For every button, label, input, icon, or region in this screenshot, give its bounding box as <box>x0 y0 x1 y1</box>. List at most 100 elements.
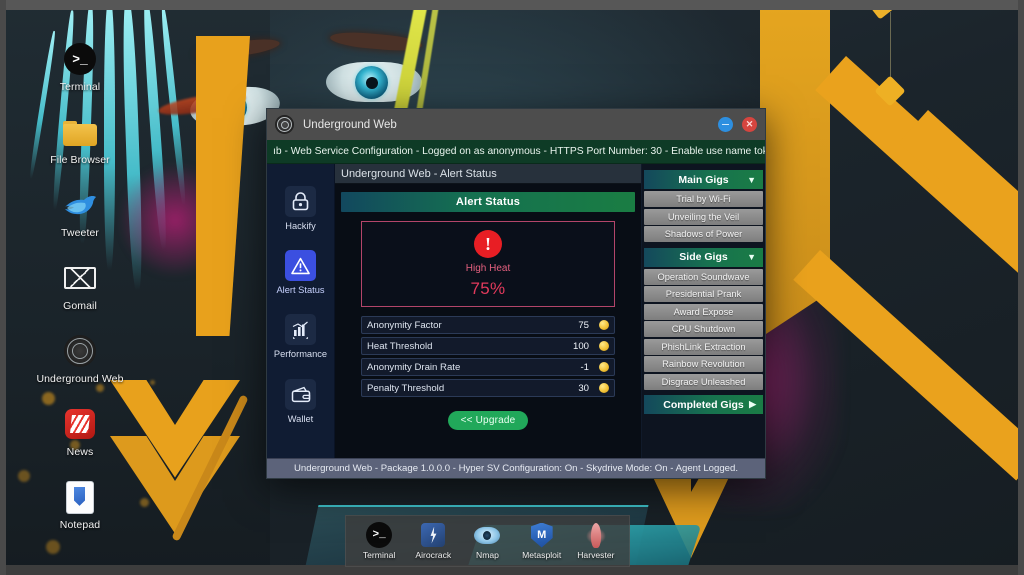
table-row[interactable]: Penalty Threshold 30 <box>361 379 615 397</box>
window-titlebar[interactable]: Underground Web ✕ <box>267 109 765 140</box>
list-item[interactable]: Shadows of Power <box>644 226 763 242</box>
screen-bezel-right <box>1018 0 1024 575</box>
completed-gigs-header-label: Completed Gigs <box>663 398 744 411</box>
info-bar: ıb - Web Service Configuration - Logged … <box>267 140 765 164</box>
status-bar: Underground Web - Package 1.0.0.0 - Hype… <box>267 458 765 478</box>
list-item[interactable]: Rainbow Revolution <box>644 356 763 372</box>
dock-item-terminal[interactable]: >_ Terminal <box>353 522 405 560</box>
desktop-icon-label: Gomail <box>63 300 97 313</box>
spiderweb-icon <box>275 115 294 134</box>
desktop-icon-label: File Browser <box>50 154 110 167</box>
notepad-icon <box>63 480 97 514</box>
side-gigs-header[interactable]: Side Gigs ▼ <box>644 247 763 267</box>
coin-icon <box>599 320 609 330</box>
sidebar-item-label: Wallet <box>287 413 314 424</box>
list-item[interactable]: PhishLink Extraction <box>644 338 763 355</box>
side-gigs-header-label: Side Gigs <box>679 251 728 263</box>
list-item[interactable]: Presidential Prank <box>644 286 763 302</box>
table-row[interactable]: Anonymity Drain Rate -1 <box>361 358 615 376</box>
minimize-button[interactable] <box>718 117 733 132</box>
taskbar-dock: >_ Terminal Airocrack Nmap M Metasploit … <box>345 515 630 567</box>
dock-item-label: Terminal <box>362 550 396 560</box>
gigs-panel: Main Gigs ▼ Trial by Wi-Fi Unveiling the… <box>641 164 765 458</box>
desktop-icon-terminal[interactable]: >_ Terminal <box>34 42 126 93</box>
eye-icon <box>474 522 501 548</box>
stat-value: 30 <box>578 382 589 394</box>
dock-item-metasploit[interactable]: M Metasploit <box>516 522 568 560</box>
desktop-icon-label: Notepad <box>59 519 101 532</box>
main-gigs-header-label: Main Gigs <box>678 173 729 186</box>
list-item[interactable]: Operation Soundwave <box>644 268 763 285</box>
sidebar-item-label: Performance <box>273 349 328 360</box>
sidebar-item-hackify[interactable]: Hackify <box>270 186 332 231</box>
underground-web-window: Underground Web ✕ ıb - Web Service Confi… <box>266 108 766 479</box>
chevron-down-icon: ▼ <box>747 252 756 262</box>
dock-item-airocrack[interactable]: Airocrack <box>407 522 459 560</box>
envelope-icon <box>63 261 97 295</box>
desktop-icon-notepad[interactable]: Notepad <box>34 480 126 531</box>
dock-item-label: Harvester <box>577 550 615 560</box>
shield-m-icon: M <box>529 522 555 548</box>
sidebar-item-wallet[interactable]: Wallet <box>270 378 332 424</box>
desktop-icon-label: Underground Web <box>36 373 124 386</box>
desktop-icon-tweeter[interactable]: Tweeter <box>34 188 126 239</box>
main-content: Underground Web - Alert Status Alert Sta… <box>335 164 641 458</box>
list-item[interactable]: CPU Shutdown <box>644 321 763 337</box>
desktop-icon-label: Tweeter <box>60 227 100 240</box>
stat-label: Anonymity Drain Rate <box>367 361 461 373</box>
dock-item-label: Nmap <box>476 550 499 560</box>
desktop-icon-underground-web[interactable]: Underground Web <box>34 334 126 385</box>
desktop-icon-file-browser[interactable]: File Browser <box>34 115 126 166</box>
desktop-icon-gomail[interactable]: Gomail <box>34 261 126 312</box>
stats-list: Anonymity Factor 75 Heat Threshold 100 A… <box>361 316 615 397</box>
sidebar-item-performance[interactable]: Performance <box>270 314 332 359</box>
desktop-icon-news[interactable]: News <box>34 407 126 458</box>
desktop-icon-label: News <box>66 446 94 459</box>
chevron-right-icon: ▶ <box>749 399 756 409</box>
sidebar-item-alert-status[interactable]: Alert Status <box>270 250 332 295</box>
terminal-icon: >_ <box>366 522 393 548</box>
stat-value: 100 <box>572 340 589 352</box>
sidebar: Hackify Alert Status Performance Wallet <box>267 164 335 458</box>
coin-icon <box>599 341 609 351</box>
desktop-icon-list: >_ Terminal File Browser Tweeter Gomail … <box>34 42 126 531</box>
list-item[interactable]: Disgrace Unleashed <box>644 373 763 390</box>
wallpaper-hanging-string <box>890 12 891 84</box>
stat-value: -1 <box>580 361 589 373</box>
plant-icon <box>583 522 609 548</box>
screen-bezel-top <box>0 0 1024 10</box>
screen-bezel-left <box>0 0 6 575</box>
dock-item-label: Metasploit <box>522 550 562 560</box>
close-button[interactable]: ✕ <box>742 117 757 132</box>
alert-name: High Heat <box>465 262 511 274</box>
list-item[interactable]: Unveiling the Veil <box>644 208 763 225</box>
upgrade-button-container: << Upgrade <box>335 411 641 430</box>
stat-label: Heat Threshold <box>367 340 433 352</box>
panel-title: Alert Status <box>341 192 635 212</box>
dock-item-harvester[interactable]: Harvester <box>570 522 622 560</box>
coin-icon <box>599 383 609 393</box>
bokeh-dot <box>140 498 149 507</box>
bokeh-dot <box>46 540 60 554</box>
content-header: Underground Web - Alert Status <box>335 164 641 184</box>
chevron-down-icon: ▼ <box>747 174 756 185</box>
table-row[interactable]: Anonymity Factor 75 <box>361 316 615 334</box>
completed-gigs-header[interactable]: Completed Gigs ▶ <box>644 395 763 414</box>
alert-status-box: ! High Heat 75% <box>361 221 615 307</box>
list-item[interactable]: Award Expose <box>644 303 763 320</box>
main-gigs-header[interactable]: Main Gigs ▼ <box>644 170 763 189</box>
bar-chart-icon <box>285 314 316 346</box>
list-item[interactable]: Trial by Wi-Fi <box>644 191 763 207</box>
sidebar-item-label: Hackify <box>285 221 316 231</box>
exclamation-circle-icon: ! <box>474 229 502 258</box>
terminal-icon: >_ <box>63 42 97 76</box>
desktop-icon-label: Terminal <box>59 81 101 93</box>
stat-label: Anonymity Factor <box>367 319 442 331</box>
table-row[interactable]: Heat Threshold 100 <box>361 337 615 355</box>
dock-item-nmap[interactable]: Nmap <box>461 522 513 560</box>
coin-icon <box>599 362 609 372</box>
bokeh-dot <box>150 380 155 385</box>
lightning-icon <box>420 522 446 548</box>
warning-triangle-icon <box>285 250 316 282</box>
upgrade-button[interactable]: << Upgrade <box>447 411 529 430</box>
